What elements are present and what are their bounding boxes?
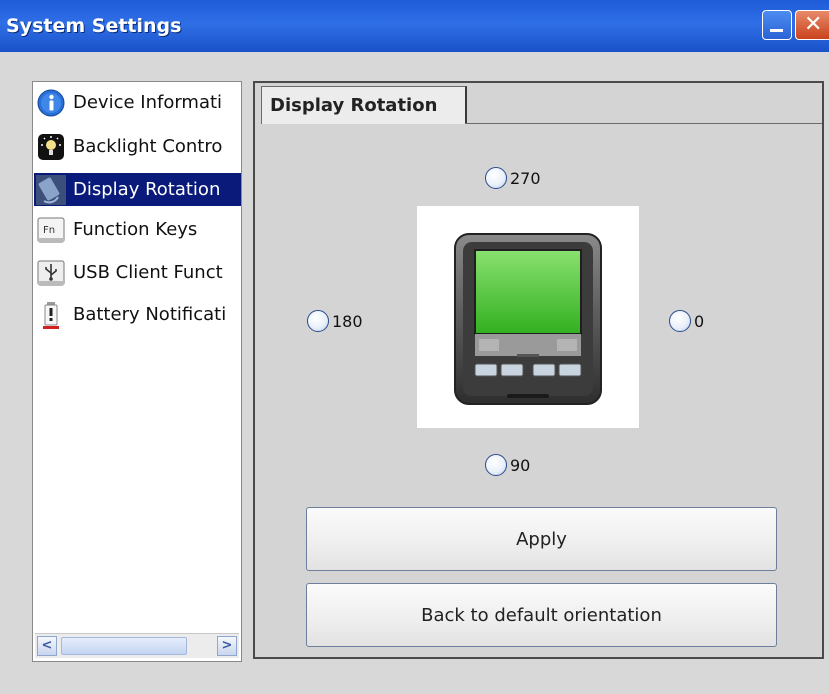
radio-90[interactable]: 90 bbox=[485, 454, 530, 476]
close-icon: ✕ bbox=[804, 12, 823, 37]
chevron-right-icon: > bbox=[221, 638, 233, 653]
default-orientation-button[interactable]: Back to default orientation bbox=[306, 583, 777, 647]
info-icon bbox=[36, 88, 66, 118]
rotation-icon bbox=[36, 174, 66, 205]
chevron-left-icon: < bbox=[41, 638, 53, 653]
radio-circle[interactable] bbox=[485, 454, 507, 476]
tab-label: Display Rotation bbox=[270, 95, 438, 116]
handheld-device-icon bbox=[454, 233, 602, 405]
tab-divider bbox=[465, 123, 822, 124]
backlight-icon bbox=[36, 132, 66, 162]
function-key-icon: Fn bbox=[36, 215, 66, 245]
radio-0[interactable]: 0 bbox=[669, 310, 704, 332]
nav-item-device-information[interactable]: Device Informati bbox=[34, 86, 241, 119]
tab-display-rotation[interactable]: Display Rotation bbox=[261, 86, 467, 124]
nav-item-function-keys[interactable]: Fn Function Keys bbox=[34, 213, 241, 246]
device-preview bbox=[417, 206, 639, 428]
battery-icon bbox=[36, 300, 66, 330]
scroll-left-button[interactable]: < bbox=[37, 636, 57, 656]
minimize-icon bbox=[770, 29, 783, 32]
radio-circle[interactable] bbox=[485, 167, 507, 189]
nav-item-display-rotation[interactable]: Display Rotation bbox=[34, 173, 241, 206]
svg-text:Fn: Fn bbox=[43, 225, 55, 236]
scroll-right-button[interactable]: > bbox=[217, 636, 237, 656]
nav-item-backlight-control[interactable]: Backlight Contro bbox=[34, 130, 241, 163]
radio-180[interactable]: 180 bbox=[307, 310, 363, 332]
radio-270[interactable]: 270 bbox=[485, 167, 541, 189]
window-title: System Settings bbox=[6, 15, 182, 37]
usb-icon bbox=[36, 258, 66, 288]
horizontal-scrollbar[interactable]: < > bbox=[35, 633, 239, 658]
title-bar: System Settings ✕ bbox=[0, 0, 829, 52]
radio-circle[interactable] bbox=[669, 310, 691, 332]
settings-list[interactable]: Device Informati Backlight Contro Displa… bbox=[32, 81, 242, 662]
radio-circle[interactable] bbox=[307, 310, 329, 332]
minimize-button[interactable] bbox=[762, 10, 792, 40]
settings-panel: Display Rotation 270 180 0 90 Apply Back… bbox=[253, 81, 824, 659]
apply-button[interactable]: Apply bbox=[306, 507, 777, 571]
nav-item-battery-notification[interactable]: Battery Notificati bbox=[34, 298, 241, 331]
close-button[interactable]: ✕ bbox=[795, 10, 829, 40]
nav-item-usb-client[interactable]: USB Client Funct bbox=[34, 256, 241, 289]
scrollbar-thumb[interactable] bbox=[61, 637, 187, 655]
